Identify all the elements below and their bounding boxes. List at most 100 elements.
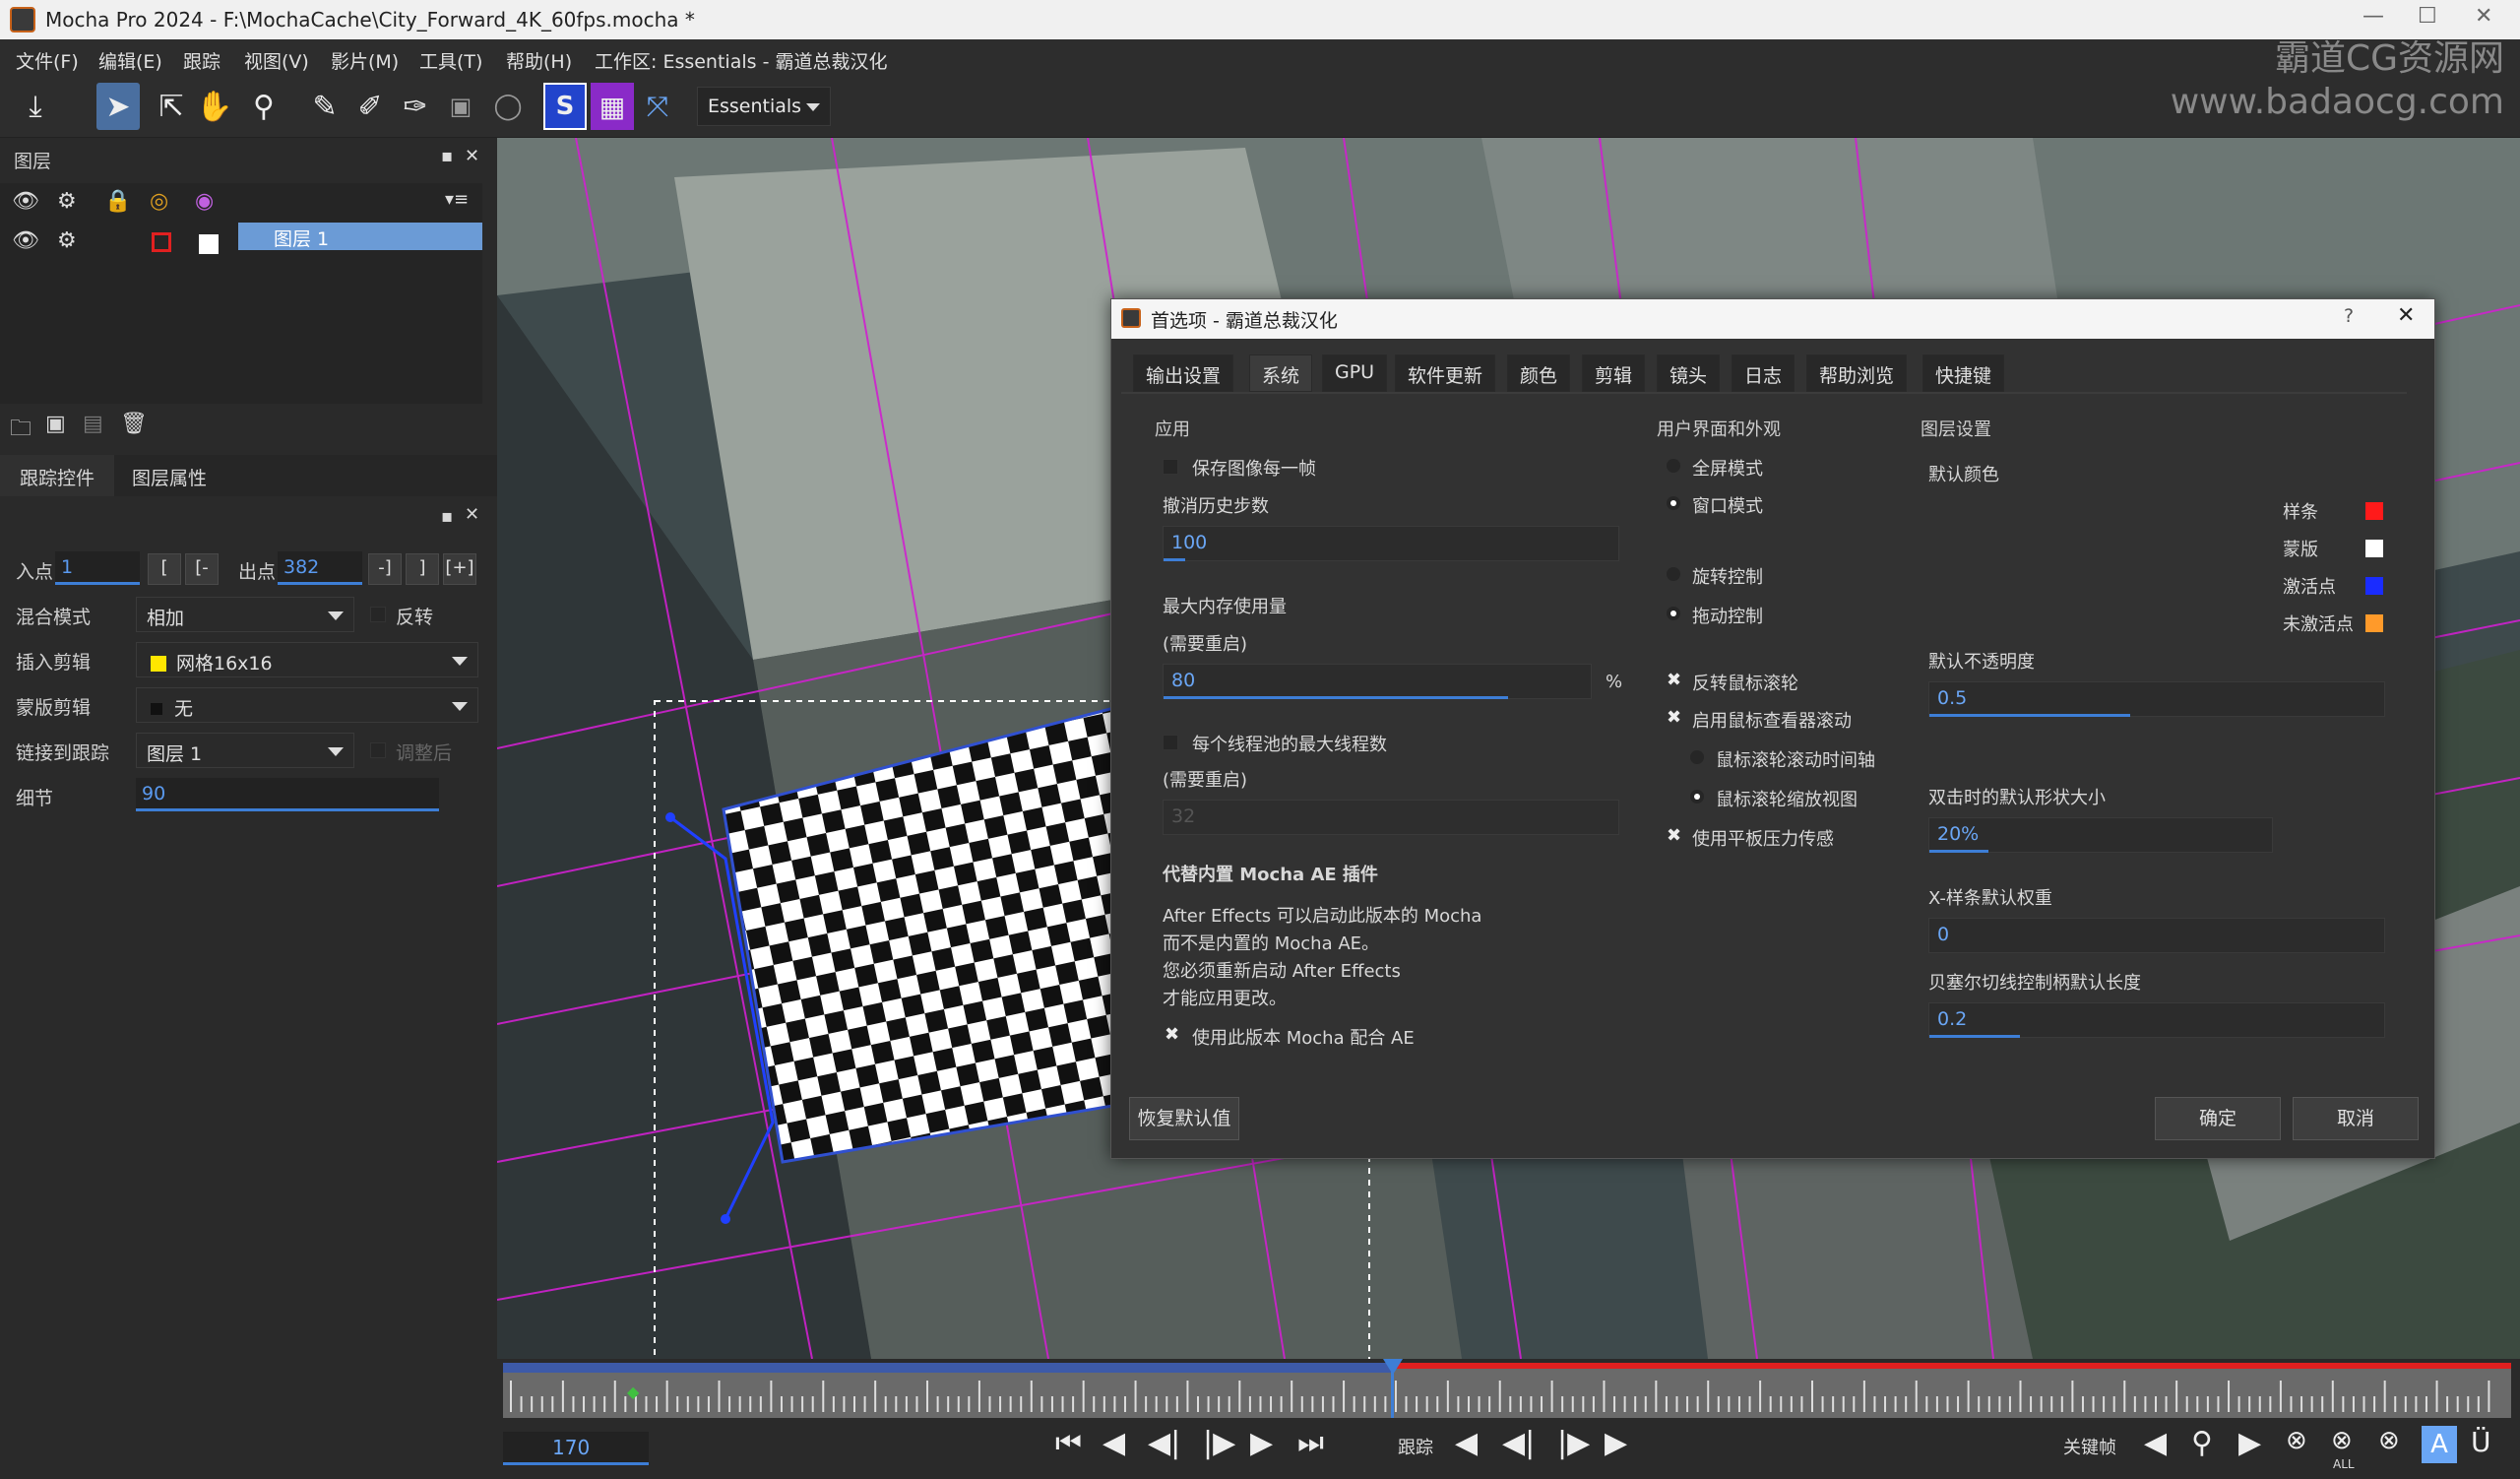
delete-layer-icon[interactable]: 🗑 (120, 412, 148, 436)
add-keyframe-icon[interactable]: ⚲ (2191, 1426, 2213, 1460)
fit-view-icon[interactable]: ⤧ (636, 83, 679, 130)
bezier-length-input[interactable]: 0.2 (1928, 1002, 2385, 1038)
tab-gpu[interactable]: GPU (1322, 354, 1388, 392)
gear-icon[interactable]: ⚙ (57, 189, 77, 214)
shape-size-input[interactable]: 20% (1928, 817, 2273, 853)
layer-menu-icon[interactable]: ▾≡ (445, 189, 469, 210)
autokey-toggle-icon[interactable]: A (2422, 1426, 2457, 1463)
select-tool-icon[interactable]: ➤ (96, 83, 140, 130)
tab-output[interactable]: 输出设置 (1133, 354, 1234, 392)
add-folder-icon[interactable]: 🗀 (10, 412, 32, 449)
out-point-input[interactable]: 382 (278, 551, 362, 585)
rotate-control-radio[interactable] (1667, 567, 1680, 581)
brush-tool-icon[interactable]: ✑ (394, 83, 437, 130)
blend-mode-select[interactable]: 相加 (136, 597, 354, 632)
bezier-tool-icon[interactable]: ✐ (348, 83, 392, 130)
track-backward-icon[interactable]: ◀ (1455, 1426, 1478, 1460)
grid-toggle-icon[interactable]: ▦ (591, 83, 634, 130)
play-forward-icon[interactable]: ▶ (1250, 1426, 1273, 1460)
select-add-icon[interactable]: ⇱ (150, 83, 193, 130)
color-wheel-icon[interactable]: ◉ (195, 189, 214, 214)
layer-gear-icon[interactable]: ⚙ (57, 228, 77, 253)
windowed-radio[interactable] (1667, 496, 1680, 510)
use-this-mocha-checkbox[interactable]: ✖ (1165, 1026, 1180, 1044)
in-point-input[interactable]: 1 (55, 551, 140, 585)
detail-input[interactable]: 90 (136, 778, 439, 811)
surface-toggle-icon[interactable]: S (543, 83, 587, 130)
reset-in-out-button[interactable]: [+] (443, 553, 476, 585)
wheel-timeline-radio[interactable] (1690, 750, 1704, 764)
step-back-icon[interactable]: ◀| (1148, 1426, 1180, 1460)
track-forward-icon[interactable]: ▶ (1605, 1426, 1627, 1460)
cancel-button[interactable]: 取消 (2293, 1097, 2419, 1140)
layer-visibility-eye-icon[interactable]: 👁 (12, 228, 39, 253)
pan-hand-icon[interactable]: ✋ (193, 83, 236, 130)
menu-view[interactable]: 视图(V) (244, 47, 309, 74)
menu-track[interactable]: 跟踪 (183, 47, 220, 74)
restore-defaults-button[interactable]: 恢复默认值 (1129, 1097, 1239, 1140)
dialog-close-icon[interactable]: ✕ (2397, 303, 2415, 328)
undo-steps-input[interactable]: 100 (1163, 526, 1619, 561)
inactive-point-color-swatch[interactable] (2365, 614, 2383, 632)
lock-icon[interactable]: 🔒 (104, 189, 131, 214)
invert-wheel-checkbox[interactable]: ✖ (1667, 672, 1682, 689)
circle-xspline-icon[interactable]: ◯ (486, 83, 530, 130)
goto-in-button[interactable]: [- (185, 553, 219, 585)
track-step-back-icon[interactable]: ◀| (1502, 1426, 1535, 1460)
menu-tools[interactable]: 工具(T) (419, 47, 482, 74)
goto-start-icon[interactable]: ⏮ (1055, 1426, 1082, 1460)
save-each-frame-checkbox[interactable] (1163, 459, 1178, 475)
tab-log[interactable]: 日志 (1732, 354, 1796, 392)
max-threads-input[interactable]: 32 (1163, 800, 1619, 835)
track-step-forward-icon[interactable]: |▶ (1557, 1426, 1590, 1460)
rect-xspline-icon[interactable]: ▣ (439, 83, 482, 130)
drag-control-radio[interactable] (1667, 607, 1680, 620)
step-forward-icon[interactable]: |▶ (1203, 1426, 1235, 1460)
delete-keyframes-forward-icon[interactable]: ⊗ (2378, 1426, 2400, 1455)
goto-end-icon[interactable]: ⏭ (1297, 1426, 1324, 1460)
current-frame-input[interactable]: 170 (503, 1432, 649, 1465)
tab-lens[interactable]: 镜头 (1657, 354, 1721, 392)
spline-color-swatch[interactable] (2365, 502, 2383, 520)
play-backward-icon[interactable]: ◀ (1102, 1426, 1125, 1460)
tablet-pressure-checkbox[interactable]: ✖ (1667, 827, 1682, 845)
ok-button[interactable]: 确定 (2155, 1097, 2281, 1140)
default-opacity-input[interactable]: 0.5 (1928, 681, 2385, 717)
active-point-color-swatch[interactable] (2365, 577, 2383, 595)
set-in-button[interactable]: [ (148, 553, 181, 585)
layer-name-cell[interactable]: 图层 1 (238, 223, 482, 250)
duplicate-layer-icon[interactable]: ▤ (83, 412, 103, 436)
zoom-icon[interactable]: ⚲ (242, 83, 285, 130)
tab-shortcuts[interactable]: 快捷键 (1922, 354, 2005, 392)
next-keyframe-icon[interactable]: ▶ (2238, 1426, 2261, 1460)
link-track-select[interactable]: 图层 1 (136, 733, 354, 768)
invert-checkbox[interactable] (370, 607, 386, 622)
maximize-icon[interactable]: ☐ (2418, 4, 2437, 29)
tab-help-browser[interactable]: 帮助浏览 (1806, 354, 1908, 392)
tab-colors[interactable]: 颜色 (1507, 354, 1571, 392)
menu-movie[interactable]: 影片(M) (331, 47, 399, 74)
prev-keyframe-icon[interactable]: ◀ (2144, 1426, 2167, 1460)
matte-color-swatch[interactable] (2365, 540, 2383, 557)
set-out-button[interactable]: ] (406, 553, 439, 585)
menu-help[interactable]: 帮助(H) (506, 47, 572, 74)
tab-clips[interactable]: 剪辑 (1582, 354, 1646, 392)
tab-track-controls[interactable]: 跟踪控件 (0, 455, 114, 496)
tab-system[interactable]: 系统 (1249, 354, 1313, 392)
adjusted-checkbox[interactable] (370, 742, 386, 758)
close-icon[interactable]: ✕ (2475, 4, 2492, 29)
panel-close-icon[interactable]: ✕ (465, 146, 479, 166)
delete-keyframe-icon[interactable]: ⊗ (2286, 1426, 2307, 1455)
xspline-tool-icon[interactable]: ✎ (303, 83, 346, 130)
matte-color-swatch-icon[interactable] (199, 234, 219, 254)
wheel-scroll-checkbox[interactable]: ✖ (1667, 709, 1682, 727)
undock-icon[interactable]: ▪ (441, 146, 453, 166)
tab-updates[interactable]: 软件更新 (1395, 354, 1496, 392)
new-layer-icon[interactable]: ▣ (45, 412, 66, 436)
tab-layer-properties[interactable]: 图层属性 (132, 464, 207, 490)
menu-file[interactable]: 文件(F) (16, 47, 79, 74)
menu-edit[interactable]: 编辑(E) (98, 47, 162, 74)
insert-clip-select[interactable]: 网格16x16 (136, 642, 478, 677)
visibility-eye-icon[interactable]: 👁 (12, 189, 39, 214)
params-undock-icon[interactable]: ▪ (441, 506, 453, 527)
